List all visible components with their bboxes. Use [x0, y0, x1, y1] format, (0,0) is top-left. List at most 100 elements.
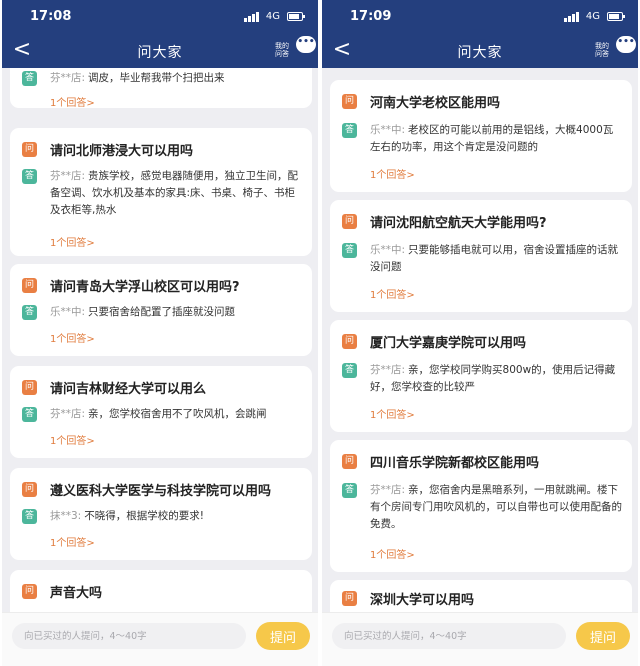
question-title[interactable]: 河南大学老校区能用吗 [370, 92, 624, 111]
bottom-ask-bar: 提问 [322, 612, 638, 666]
answer-row: 答 抹**3: 不晓得，根据学校的要求! [22, 508, 302, 526]
answerer-name: 乐**中: [50, 306, 86, 318]
left-screenshot: 17:08 4G < 问大家 我的问答 ••• 答 芬**店: 调皮，毕业帮我带个… [2, 0, 318, 666]
question-badge: 问 [22, 142, 37, 157]
answer-badge: 答 [342, 243, 357, 258]
question-card[interactable]: 问 请问北师港浸大可以用吗 答 芬**店: 贵族学校，感觉电器随便用，独立卫生间，… [10, 128, 312, 256]
question-badge: 问 [342, 214, 357, 229]
question-row: 问 四川音乐学院新都校区能用吗 [342, 451, 624, 473]
question-card[interactable]: 问 深圳大学可以用吗 [330, 580, 632, 612]
answer-badge: 答 [342, 483, 357, 498]
battery-icon [607, 12, 625, 21]
question-title[interactable]: 请问沈阳航空航天大学能用吗? [370, 212, 624, 231]
answer-row: 答 乐**中: 老校区的可能以前用的是铝线，大概4000瓦左右的功率，用这个肯定是… [342, 122, 622, 158]
answer-badge: 答 [22, 407, 37, 422]
question-feed[interactable]: 答 芬**店: 调皮，毕业帮我带个扫把出来 1个回答> 问 请问北师港浸大可以用吗… [2, 68, 318, 612]
question-badge: 问 [22, 482, 37, 497]
answer-count-link[interactable]: 1个回答> [370, 166, 415, 181]
answerer-name: 芬**店: [50, 408, 86, 420]
question-title[interactable]: 请问吉林财经大学可以用么 [50, 378, 304, 397]
answer-row: 答 芬**店: 调皮，毕业帮我带个扫把出来 [22, 70, 302, 88]
answer-badge: 答 [22, 305, 37, 320]
answer-count-link[interactable]: 1个回答> [50, 94, 95, 108]
answerer-name: 乐**中: [370, 244, 406, 256]
question-card[interactable]: 问 请问青岛大学浮山校区可以用吗? 答 乐**中: 只要宿舍给配置了插座就没问题 … [10, 264, 312, 356]
answer-content: 调皮，毕业帮我带个扫把出来 [88, 72, 225, 84]
question-title[interactable]: 四川音乐学院新都校区能用吗 [370, 452, 624, 471]
question-badge: 问 [342, 454, 357, 469]
answer-badge: 答 [22, 169, 37, 184]
ask-button[interactable]: 提问 [256, 622, 310, 650]
answer-badge: 答 [22, 71, 37, 86]
question-card[interactable]: 问 河南大学老校区能用吗 答 乐**中: 老校区的可能以前用的是铝线，大概4000… [330, 80, 632, 192]
answer-content: 只要宿舍给配置了插座就没问题 [88, 306, 236, 318]
chat-bubble-icon[interactable]: ••• [616, 36, 636, 53]
bottom-ask-bar: 提问 [2, 612, 318, 666]
answer-content: 老校区的可能以前用的是铝线，大概4000瓦左右的功率，用这个肯定是没问题的 [370, 124, 614, 153]
answer-text: 芬**店: 亲，您学校同学购买800w的，使用后记得藏好，您学校查的比较严 [370, 362, 622, 396]
network-type: 4G [585, 11, 600, 22]
question-title[interactable]: 请问北师港浸大可以用吗 [50, 140, 304, 159]
question-card[interactable]: 问 请问吉林财经大学可以用么 答 芬**店: 亲，您学校宿舍用不了吹风机，会跳闸 … [10, 366, 312, 458]
answer-count-link[interactable]: 1个回答> [50, 534, 95, 549]
question-badge: 问 [22, 278, 37, 293]
question-title[interactable]: 深圳大学可以用吗 [370, 589, 624, 608]
ask-button[interactable]: 提问 [576, 622, 630, 650]
answer-count-link[interactable]: 1个回答> [50, 330, 95, 345]
answer-row: 答 乐**中: 只要宿舍给配置了插座就没问题 [22, 304, 302, 322]
my-questions-link[interactable]: 我的问答 [592, 42, 612, 58]
question-card[interactable]: 问 遵义医科大学医学与科技学院可以用吗 答 抹**3: 不晓得，根据学校的要求! … [10, 468, 312, 560]
question-row: 问 深圳大学可以用吗 [342, 588, 624, 610]
answerer-name: 乐**中: [370, 124, 406, 136]
answerer-name: 抹**3: [50, 510, 82, 522]
question-row: 问 声音大吗 [22, 581, 304, 603]
answer-count-link[interactable]: 1个回答> [370, 406, 415, 421]
answer-text: 抹**3: 不晓得，根据学校的要求! [50, 508, 302, 525]
nav-bar: < 问大家 我的问答 ••• [322, 34, 638, 68]
answer-row: 答 芬**店: 亲，您学校同学购买800w的，使用后记得藏好，您学校查的比较严 [342, 362, 622, 398]
answer-badge: 答 [342, 123, 357, 138]
ask-question-input[interactable] [332, 623, 566, 649]
answerer-name: 芬**店: [370, 484, 406, 496]
right-screenshot: 17:09 4G < 问大家 我的问答 ••• 问 河南大学老校区能用吗 答 乐… [322, 0, 638, 666]
question-row: 问 请问吉林财经大学可以用么 [22, 377, 304, 399]
answer-text: 芬**店: 贵族学校，感觉电器随便用，独立卫生间，配备空调、饮水机及基本的家具:床… [50, 168, 302, 219]
nav-bar: < 问大家 我的问答 ••• [2, 34, 318, 68]
question-card[interactable]: 问 厦门大学嘉庚学院可以用吗 答 芬**店: 亲，您学校同学购买800w的，使用后… [330, 320, 632, 432]
question-badge: 问 [342, 591, 357, 606]
status-time: 17:08 [30, 9, 72, 24]
question-card[interactable]: 问 请问沈阳航空航天大学能用吗? 答 乐**中: 只要能够插电就可以用，宿舍设置插… [330, 200, 632, 312]
answer-count-link[interactable]: 1个回答> [50, 432, 95, 447]
question-card[interactable]: 答 芬**店: 调皮，毕业帮我带个扫把出来 1个回答> [10, 68, 312, 108]
network-type: 4G [265, 11, 280, 22]
question-feed[interactable]: 问 河南大学老校区能用吗 答 乐**中: 老校区的可能以前用的是铝线，大概4000… [322, 68, 638, 612]
battery-icon [287, 12, 305, 21]
answerer-name: 芬**店: [50, 170, 86, 182]
question-card[interactable]: 问 四川音乐学院新都校区能用吗 答 芬**店: 亲，您宿舍内是黑暗系列，一用就跳闸… [330, 440, 632, 572]
answer-badge: 答 [342, 363, 357, 378]
answer-text: 芬**店: 亲，您宿舍内是黑暗系列，一用就跳闸。楼下有个房间专门用吹风机的，可以自… [370, 482, 622, 533]
answer-text: 乐**中: 老校区的可能以前用的是铝线，大概4000瓦左右的功率，用这个肯定是没问… [370, 122, 622, 156]
chat-bubble-icon[interactable]: ••• [296, 36, 316, 53]
question-row: 问 请问青岛大学浮山校区可以用吗? [22, 275, 304, 297]
answer-content: 不晓得，根据学校的要求! [84, 510, 204, 522]
question-badge: 问 [342, 94, 357, 109]
answer-count-link[interactable]: 1个回答> [50, 234, 95, 249]
question-badge: 问 [22, 584, 37, 599]
answer-count-link[interactable]: 1个回答> [370, 286, 415, 301]
ask-question-input[interactable] [12, 623, 246, 649]
answer-badge: 答 [22, 509, 37, 524]
question-row: 问 请问沈阳航空航天大学能用吗? [342, 211, 624, 233]
question-card[interactable]: 问 声音大吗 [10, 570, 312, 612]
my-questions-link[interactable]: 我的问答 [272, 42, 292, 58]
answer-count-link[interactable]: 1个回答> [370, 546, 415, 561]
question-title[interactable]: 声音大吗 [50, 582, 304, 601]
answerer-name: 芬**店: [370, 364, 406, 376]
answerer-name: 芬**店: [50, 72, 86, 84]
page-title: 问大家 [137, 45, 183, 61]
question-row: 问 请问北师港浸大可以用吗 [22, 139, 304, 161]
question-title[interactable]: 遵义医科大学医学与科技学院可以用吗 [50, 480, 304, 499]
question-title[interactable]: 厦门大学嘉庚学院可以用吗 [370, 332, 624, 351]
answer-row: 答 芬**店: 亲，您学校宿舍用不了吹风机，会跳闸 [22, 406, 302, 424]
question-title[interactable]: 请问青岛大学浮山校区可以用吗? [50, 276, 304, 295]
